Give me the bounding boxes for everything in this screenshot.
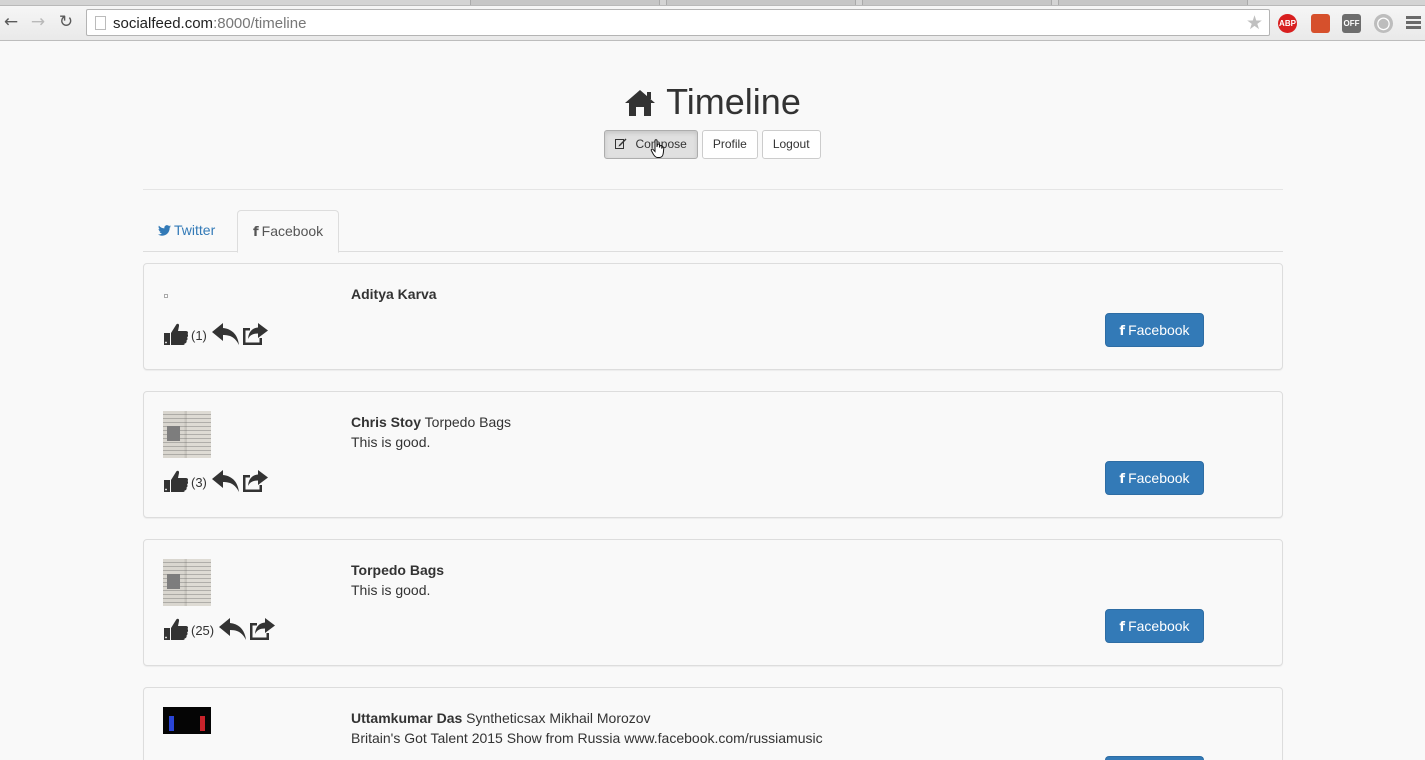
twitter-bird-icon bbox=[158, 211, 171, 252]
page-title-text: Timeline bbox=[666, 81, 801, 122]
url-text[interactable]: socialfeed.com:8000/timeline bbox=[113, 15, 306, 32]
tab-facebook-label: Facebook bbox=[261, 223, 324, 239]
profile-button[interactable]: Profile bbox=[701, 130, 758, 159]
url-host: socialfeed.com bbox=[113, 15, 214, 32]
url-path: :8000/timeline bbox=[213, 15, 307, 32]
post-message: This is good. bbox=[351, 434, 431, 450]
header-button-group: Compose Profile Logout bbox=[0, 130, 1425, 159]
reload-icon[interactable]: ↻ bbox=[57, 13, 75, 31]
post-author: Torpedo Bags bbox=[351, 562, 445, 578]
post-message: Britain's Got Talent 2015 Show from Russ… bbox=[351, 730, 823, 746]
off-extension-icon[interactable]: OFF bbox=[1342, 14, 1361, 33]
facebook-button-label: Facebook bbox=[1128, 322, 1190, 338]
thumbs-up-icon[interactable] bbox=[163, 322, 189, 346]
thumbs-up-icon[interactable] bbox=[163, 617, 189, 641]
post-author: Aditya Karva bbox=[351, 286, 437, 302]
reply-icon[interactable] bbox=[211, 322, 241, 346]
post-card: (1) Aditya Karva f Facebook bbox=[143, 263, 1283, 370]
post-actions: (3) bbox=[163, 469, 269, 497]
post-author: Uttamkumar Das bbox=[351, 710, 463, 726]
bookmark-extension-icon[interactable] bbox=[1311, 14, 1330, 33]
like-count: (1) bbox=[191, 328, 207, 343]
forward-arrow-icon[interactable]: → bbox=[29, 13, 47, 31]
post-avatar bbox=[164, 294, 168, 298]
facebook-button-label: Facebook bbox=[1128, 470, 1190, 486]
post-avatar bbox=[163, 411, 211, 458]
logout-button[interactable]: Logout bbox=[761, 130, 821, 159]
post-content: Torpedo Bags This is good. bbox=[351, 560, 444, 600]
back-arrow-icon[interactable]: ← bbox=[2, 13, 20, 31]
page-title: Timeline bbox=[0, 80, 1425, 127]
tab-twitter-label: Twitter bbox=[174, 222, 216, 238]
tab-facebook[interactable]: f Facebook bbox=[237, 210, 340, 253]
browser-toolbar: ← → ↻ socialfeed.com:8000/timeline ★ ABP… bbox=[0, 6, 1425, 41]
hand-cursor-icon bbox=[650, 139, 666, 159]
share-icon[interactable] bbox=[241, 469, 269, 493]
post-card: (25) Torpedo Bags This is good. f Faceboo… bbox=[143, 539, 1283, 666]
like-count: (25) bbox=[191, 623, 215, 638]
browser-menu-icon[interactable] bbox=[1406, 16, 1421, 29]
like-count: (3) bbox=[191, 475, 207, 490]
reply-icon[interactable] bbox=[211, 469, 241, 493]
post-card: (3) Chris Stoy Torpedo Bags This is good… bbox=[143, 391, 1283, 518]
facebook-f-icon: f bbox=[1119, 472, 1126, 487]
post-actions: (1) bbox=[163, 322, 269, 350]
post-actions: (25) bbox=[163, 617, 276, 645]
adblock-extension-icon[interactable]: ABP bbox=[1278, 14, 1297, 33]
network-tabs: Twitter f Facebook bbox=[143, 210, 1283, 253]
post-content: Uttamkumar Das Syntheticsax Mikhail Moro… bbox=[351, 708, 823, 748]
bookmark-star-icon[interactable]: ★ bbox=[1246, 12, 1263, 34]
lightbulb-extension-icon[interactable]: ◯ bbox=[1374, 14, 1393, 33]
facebook-button-label: Facebook bbox=[1128, 618, 1190, 634]
thumbs-up-icon[interactable] bbox=[163, 469, 189, 493]
post-message: This is good. bbox=[351, 582, 431, 598]
header-divider bbox=[143, 189, 1283, 190]
post-content: Aditya Karva bbox=[351, 284, 437, 304]
post-content: Chris Stoy Torpedo Bags This is good. bbox=[351, 412, 511, 452]
page-icon bbox=[95, 16, 106, 30]
home-icon bbox=[624, 83, 656, 127]
browser-tab[interactable] bbox=[666, 0, 856, 5]
post-author: Chris Stoy bbox=[351, 414, 422, 430]
post-subtitle: Torpedo Bags bbox=[424, 414, 512, 430]
facebook-button[interactable]: f Facebook bbox=[1105, 609, 1204, 643]
facebook-button[interactable] bbox=[1105, 756, 1204, 760]
facebook-button[interactable]: f Facebook bbox=[1105, 313, 1204, 347]
share-icon[interactable] bbox=[241, 322, 269, 346]
post-avatar bbox=[163, 707, 211, 734]
browser-tab[interactable] bbox=[862, 0, 1052, 5]
tab-twitter[interactable]: Twitter bbox=[143, 210, 230, 252]
post-avatar bbox=[163, 559, 211, 606]
facebook-f-icon: f bbox=[1119, 324, 1126, 339]
post-subtitle: Syntheticsax Mikhail Morozov bbox=[466, 710, 651, 726]
facebook-f-icon: f bbox=[253, 225, 259, 240]
browser-tab[interactable] bbox=[470, 0, 660, 5]
address-bar[interactable]: socialfeed.com:8000/timeline ★ bbox=[86, 9, 1270, 36]
post-card: Uttamkumar Das Syntheticsax Mikhail Moro… bbox=[143, 687, 1283, 760]
facebook-f-icon: f bbox=[1119, 620, 1126, 635]
facebook-button[interactable]: f Facebook bbox=[1105, 461, 1204, 495]
edit-icon bbox=[615, 132, 627, 159]
share-icon[interactable] bbox=[248, 617, 276, 641]
reply-icon[interactable] bbox=[218, 617, 248, 641]
browser-tab[interactable] bbox=[1058, 0, 1248, 5]
